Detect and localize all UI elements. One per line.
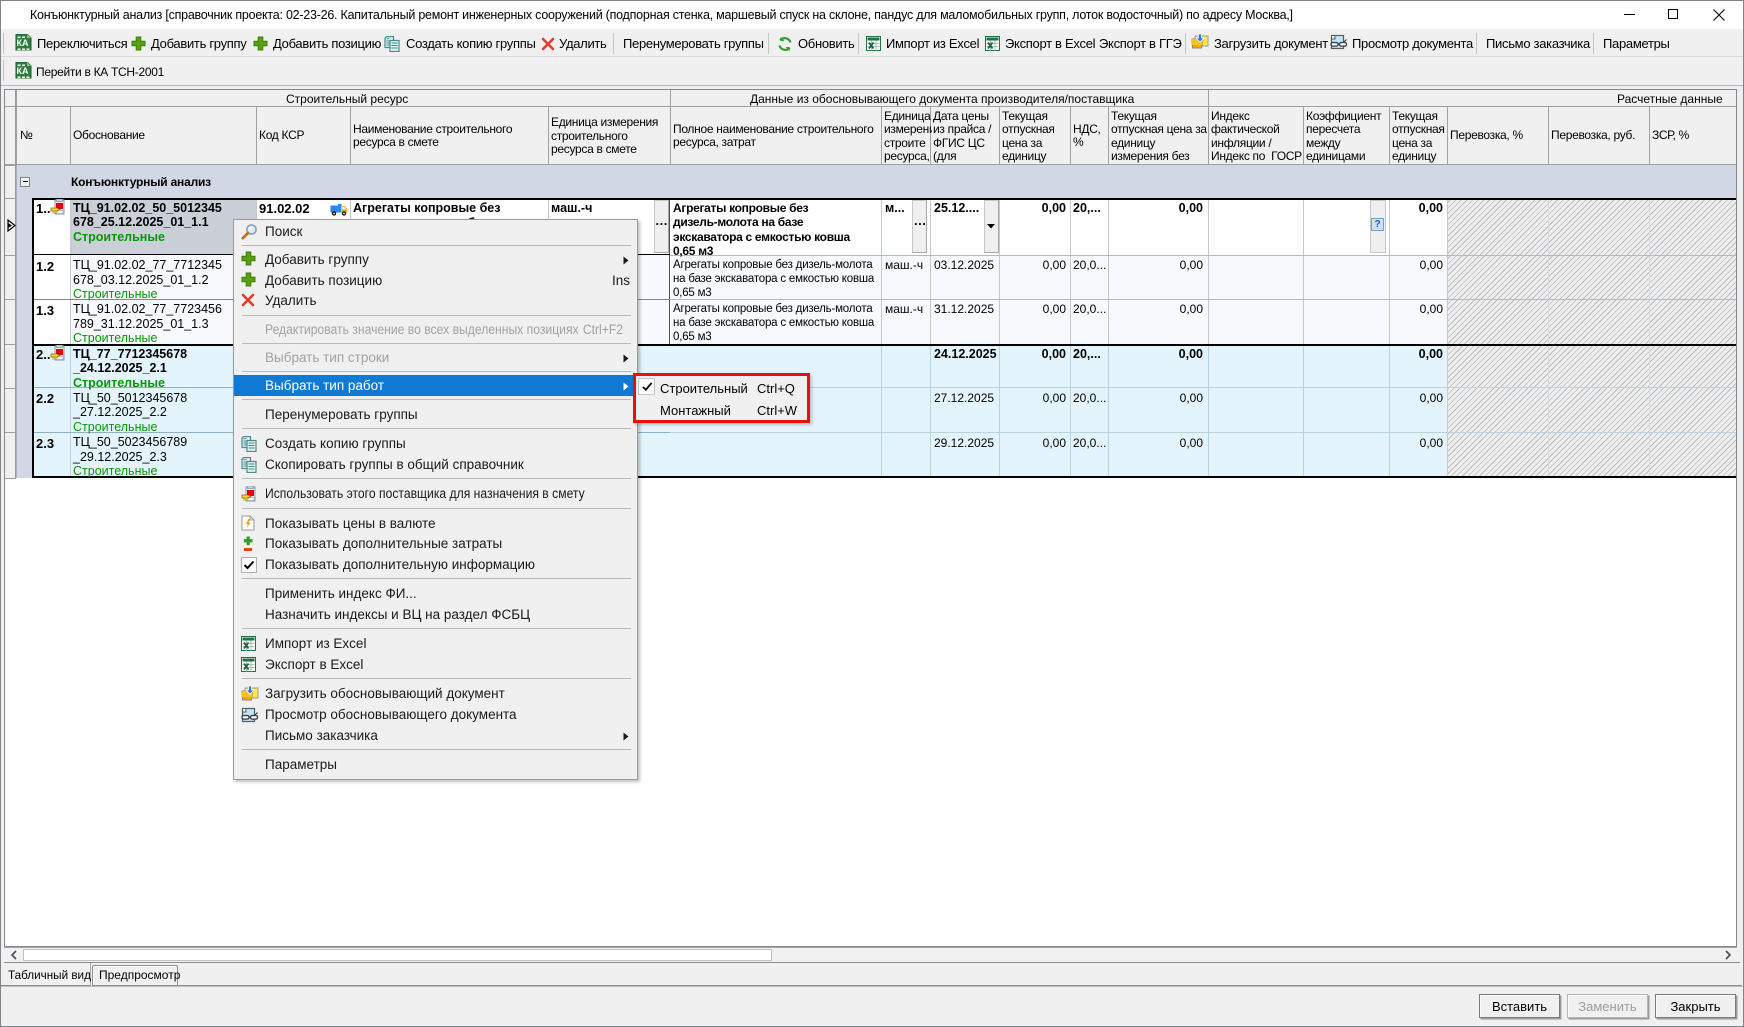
svg-text:КА: КА	[17, 66, 29, 76]
svg-text:КА: КА	[17, 38, 29, 48]
